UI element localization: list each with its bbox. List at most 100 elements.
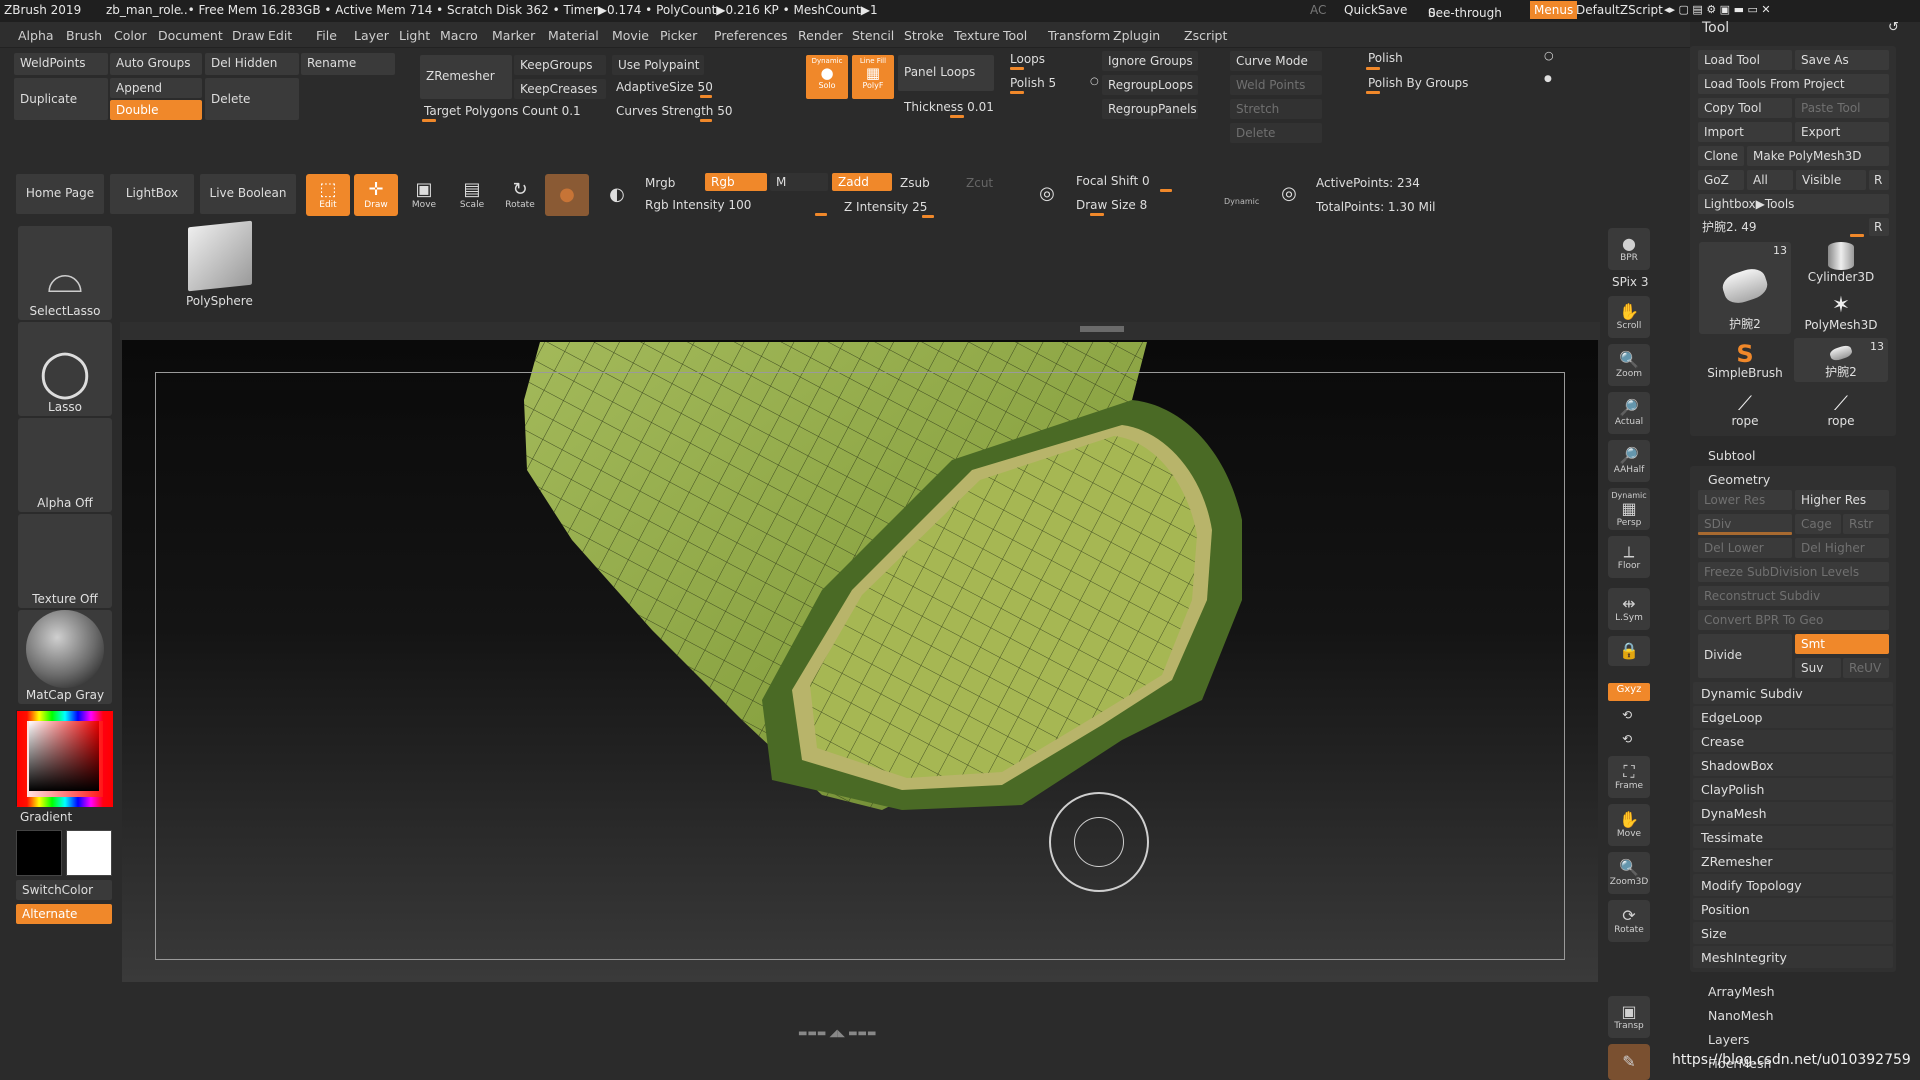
geometry-size[interactable]: Size (1693, 922, 1893, 944)
menu-draw[interactable]: Draw (232, 28, 265, 43)
geometry-crease[interactable]: Crease (1693, 730, 1893, 752)
menu-movie[interactable]: Movie (612, 28, 649, 43)
r2-button[interactable]: R (1869, 218, 1889, 236)
transp-button[interactable]: ▣ Transp (1608, 996, 1650, 1038)
polysphere-tool[interactable]: PolySphere (180, 220, 260, 312)
keepgroups-button[interactable]: KeepGroups (514, 55, 606, 75)
curves-strength-slider[interactable]: Curves Strength 50 (616, 104, 732, 118)
subpalette-layers[interactable]: Layers (1708, 1032, 1749, 1047)
lightbox-tools-button[interactable]: Lightbox▶Tools (1698, 194, 1889, 214)
del-higher-button[interactable]: Del Higher (1795, 538, 1889, 558)
export-button[interactable]: Export (1795, 122, 1889, 142)
rotate-y-icon[interactable]: ⟲ (1622, 708, 1632, 722)
menu-texture[interactable]: Texture (954, 28, 1000, 43)
menu-preferences[interactable]: Preferences (714, 28, 788, 43)
lsym-button[interactable]: ⇹ L.Sym (1608, 588, 1650, 630)
copy-tool-button[interactable]: Copy Tool (1698, 98, 1792, 118)
scale-button[interactable]: ▤ Scale (450, 174, 494, 216)
layout-icons[interactable]: ◂▸ ▢ ▤ ⚙ ▣ ▬ ▭ ✕ (1664, 3, 1771, 16)
edit-button[interactable]: ⬚ Edit (306, 174, 350, 216)
polymesh3d-thumb[interactable]: ✶ PolyMesh3D (1794, 290, 1888, 334)
mrgb-button[interactable]: Mrgb (645, 176, 675, 190)
polish-by-groups-dot-icon[interactable]: ● (1544, 74, 1552, 84)
current-tool-slider[interactable]: 护腕2. 49 (1702, 218, 1757, 235)
menu-layer[interactable]: Layer (354, 28, 389, 43)
stretch-button[interactable]: Stretch (1230, 99, 1322, 119)
live-boolean-button[interactable]: Live Boolean (200, 174, 296, 214)
rotate-button[interactable]: ↻ Rotate (498, 174, 542, 216)
adaptivesize-slider[interactable]: AdaptiveSize 50 (616, 80, 713, 94)
alpha-selector[interactable]: Alpha Off (18, 418, 112, 512)
color-picker[interactable] (16, 710, 113, 807)
frame-button[interactable]: ⛶ Frame (1608, 756, 1650, 798)
geometry-edgeloop[interactable]: EdgeLoop (1693, 706, 1893, 728)
primary-color-swatch[interactable] (16, 830, 62, 876)
use-polypaint-button[interactable]: Use Polypaint (612, 55, 704, 75)
zadd-button[interactable]: Zadd (832, 173, 892, 191)
timeline-handle[interactable] (1080, 326, 1124, 332)
cage-button[interactable]: Cage (1795, 514, 1841, 534)
zsub-button[interactable]: Zsub (900, 176, 930, 190)
load-from-project-button[interactable]: Load Tools From Project (1698, 74, 1889, 94)
smt-button[interactable]: Smt (1795, 634, 1889, 654)
higher-res-button[interactable]: Higher Res (1795, 490, 1889, 510)
subtool-thumb-1[interactable]: 13 护腕2 (1699, 242, 1791, 334)
rgb-button[interactable]: Rgb (705, 173, 767, 191)
r-button[interactable]: R (1869, 170, 1889, 190)
auto-groups-button[interactable]: Auto Groups (110, 53, 202, 75)
home-page-button[interactable]: Home Page (16, 174, 104, 214)
polish-r-slider[interactable]: Polish (1368, 51, 1403, 65)
draw-size-slider[interactable]: Draw Size 8 (1076, 198, 1147, 212)
weldpoints-button[interactable]: WeldPoints (14, 53, 108, 75)
menu-stencil[interactable]: Stencil (852, 28, 894, 43)
zoom3d-button[interactable]: 🔍 Zoom3D (1608, 852, 1650, 894)
del-hidden-button[interactable]: Del Hidden (205, 53, 299, 75)
paste-tool-button[interactable]: Paste Tool (1795, 98, 1889, 118)
tool-panel-close-icon[interactable]: ↺ (1888, 20, 1899, 35)
quicksave-button[interactable]: QuickSave (1344, 3, 1407, 17)
rgb-intensity-slider[interactable]: Rgb Intensity 100 (645, 198, 751, 212)
target-polygons-slider[interactable]: Target Polygons Count 0.1 (424, 104, 581, 118)
menus-button[interactable]: Menus (1530, 1, 1578, 19)
geometry-tessimate[interactable]: Tessimate (1693, 826, 1893, 848)
geometry-position[interactable]: Position (1693, 898, 1893, 920)
rotate-z-icon[interactable]: ⟲ (1622, 732, 1632, 746)
regroup-panels-button[interactable]: RegroupPanels (1102, 99, 1198, 119)
make-polymesh-button[interactable]: Make PolyMesh3D (1747, 146, 1889, 166)
geometry-claypolish[interactable]: ClayPolish (1693, 778, 1893, 800)
menu-color[interactable]: Color (114, 28, 147, 43)
polish-by-groups-slider[interactable]: Polish By Groups (1368, 76, 1468, 90)
panel-loops-button[interactable]: Panel Loops (898, 55, 994, 91)
reconstruct-subdiv-button[interactable]: Reconstruct Subdiv (1698, 586, 1889, 606)
divide-button[interactable]: Divide (1698, 634, 1792, 678)
menu-render[interactable]: Render (798, 28, 843, 43)
all-button[interactable]: All (1747, 170, 1793, 190)
delete2-button[interactable]: Delete (1230, 123, 1322, 143)
menu-zplugin[interactable]: Zplugin (1113, 28, 1160, 43)
draw-button[interactable]: ✛ Draw (354, 174, 398, 216)
menu-stroke[interactable]: Stroke (904, 28, 944, 43)
actual-button[interactable]: 🔎 Actual (1608, 392, 1650, 434)
polish-slider[interactable]: Polish 5 (1010, 76, 1056, 90)
freeze-subdiv-button[interactable]: Freeze SubDivision Levels (1698, 562, 1889, 582)
persp-button[interactable]: Dynamic ▦ Persp (1608, 488, 1650, 530)
reuv-button[interactable]: ReUV (1843, 658, 1889, 678)
menu-macro[interactable]: Macro (440, 28, 478, 43)
bottom-tray-handle[interactable]: ▬▬▬ ◢◣ ▬▬▬ (798, 1028, 926, 1039)
menu-zscript[interactable]: Zscript (1184, 28, 1227, 43)
subtool-thumb-2[interactable]: 13 护腕2 (1794, 338, 1888, 382)
geometry-shadowbox[interactable]: ShadowBox (1693, 754, 1893, 776)
rstr-button[interactable]: Rstr (1843, 514, 1889, 534)
lower-res-button[interactable]: Lower Res (1698, 490, 1792, 510)
rope-thumb-1[interactable]: ⟋ rope (1699, 386, 1791, 430)
goz-button[interactable]: GoZ (1698, 170, 1744, 190)
menu-marker[interactable]: Marker (492, 28, 535, 43)
menu-transform[interactable]: Transform (1048, 28, 1110, 43)
menu-material[interactable]: Material (548, 28, 599, 43)
material-selector[interactable]: MatCap Gray (18, 610, 112, 704)
geometry-section[interactable]: Geometry (1708, 472, 1770, 487)
regroup-loops-button[interactable]: RegroupLoops (1102, 75, 1198, 95)
focal-shift-slider[interactable]: Focal Shift 0 (1076, 174, 1150, 188)
scroll-button[interactable]: ✋ Scroll (1608, 296, 1650, 338)
duplicate-button[interactable]: Duplicate (14, 78, 108, 120)
